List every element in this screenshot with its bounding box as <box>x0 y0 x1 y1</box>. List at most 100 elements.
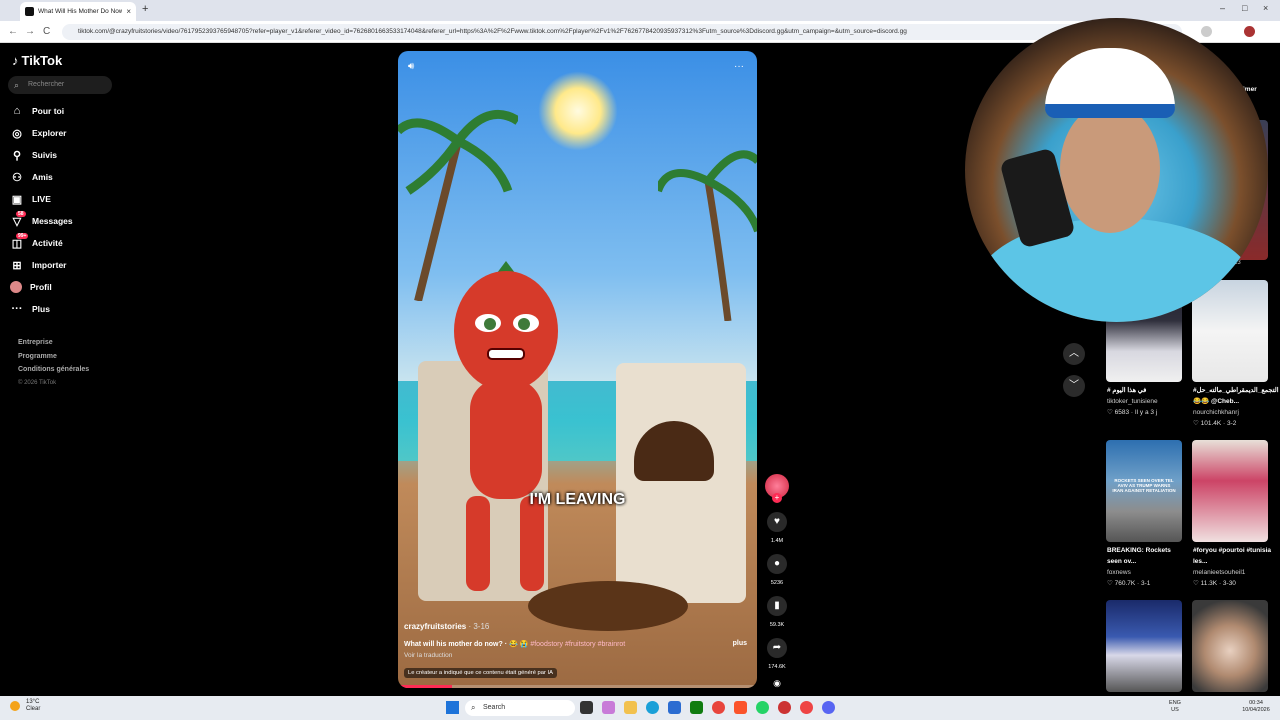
sidebar-item-profil[interactable]: Profil <box>10 276 73 298</box>
sidebar-item-importer[interactable]: ⊞ Importer <box>10 254 73 276</box>
more-icon: ··· <box>11 303 23 315</box>
description-hashtags[interactable]: #foodstory #fruitstory #brainrot <box>528 641 625 648</box>
discord-icon[interactable] <box>822 701 835 714</box>
url-input[interactable]: tiktok.com/@crazyfruitstories/video/7617… <box>62 24 1182 40</box>
profile-avatar-icon[interactable] <box>1244 26 1255 37</box>
next-video-button[interactable]: ﹀ <box>1063 375 1085 397</box>
footer-link-programme[interactable]: Programme <box>18 350 89 364</box>
thumbnail-4-caption[interactable]: #foryou #pourtoi #tunisia les... melanie… <box>1193 545 1271 589</box>
save-count: 59.3K <box>769 622 785 628</box>
like-count: 1.4M <box>770 538 784 544</box>
thumbnail-5[interactable] <box>1106 600 1182 692</box>
search-input[interactable]: ⌕ Rechercher <box>8 76 112 94</box>
webcam-overlay <box>965 18 1268 322</box>
windows-start-icon[interactable] <box>446 701 459 714</box>
description-more-link[interactable]: plus <box>733 640 747 647</box>
thumbnail-title: في هذا اليوم # <box>1107 387 1147 394</box>
video-author[interactable]: crazyfruitstories · 3-16 <box>404 622 489 631</box>
author-name[interactable]: crazyfruitstories <box>404 622 466 631</box>
weather-temp: 13°C <box>26 699 40 705</box>
follow-plus-icon[interactable]: + <box>772 493 782 503</box>
profile-icon <box>10 281 22 293</box>
sidebar-item-pour-toi[interactable]: ⌂ Pour toi <box>10 100 73 122</box>
weather-widget[interactable]: 13°C Clear <box>10 699 40 713</box>
thumbnail-2-caption[interactable]: #التجمع_الديمقراطي_مالته_حل 😂😂 @Cheb... … <box>1193 385 1279 429</box>
reload-button[interactable]: C <box>43 26 50 37</box>
xbox-icon[interactable] <box>690 701 703 714</box>
thumbnail-user: melanieetsouheil1 <box>1193 569 1246 576</box>
previous-video-button[interactable]: ︿ <box>1063 343 1085 365</box>
tab-close-icon[interactable]: × <box>126 7 131 16</box>
like-action[interactable]: ♥ 1.4M <box>764 512 790 544</box>
whatsapp-icon[interactable] <box>756 701 769 714</box>
tab-title: What Will His Mother Do Now? <box>38 8 123 15</box>
video-description: What will his mother do now? · 😂 😭 #food… <box>404 640 724 648</box>
edge-icon[interactable] <box>646 701 659 714</box>
window-close-button[interactable]: × <box>1263 3 1268 13</box>
sidebar-item-messages[interactable]: ▽ 58 Messages <box>10 210 73 232</box>
footer-link-conditions[interactable]: Conditions générales <box>18 363 89 377</box>
thumbnail-4[interactable] <box>1192 440 1268 542</box>
maximize-button[interactable]: □ <box>1242 3 1247 13</box>
lounge-chair-right <box>616 363 746 603</box>
sidebar-item-suivis[interactable]: ⚲ Suivis <box>10 144 73 166</box>
ai-generated-label: Le créateur a indiqué que ce contenu éta… <box>404 668 558 678</box>
strawberry-character <box>454 261 558 591</box>
forward-button[interactable]: → <box>25 26 35 37</box>
back-button[interactable]: ← <box>8 26 18 37</box>
friends-icon: ⚇ <box>12 171 22 184</box>
copilot-icon[interactable] <box>602 701 615 714</box>
sidebar-item-live[interactable]: ▣ LIVE <box>10 188 73 210</box>
chrome-profile-icon[interactable] <box>800 701 813 714</box>
task-view-icon[interactable] <box>580 701 593 714</box>
chevron-down-icon: ﹀ <box>1069 380 1079 391</box>
sidebar-item-explorer[interactable]: ◎ Explorer <box>10 122 73 144</box>
extensions-icon[interactable] <box>1201 26 1212 37</box>
heart-icon[interactable]: ♥ <box>767 512 787 532</box>
language-indicator[interactable]: ENG US <box>1160 700 1190 714</box>
thumbnail-3[interactable]: ROCKETS SEEN OVER TEL AVIV AS TRUMP WARN… <box>1106 440 1182 542</box>
messages-badge: 58 <box>16 211 26 217</box>
translate-link[interactable]: Voir la traduction <box>404 652 452 659</box>
taskbar-search-label: Search <box>483 704 506 711</box>
video-player[interactable]: I'M LEAVING 🔊︎ ··· crazyfruitstories · 3… <box>398 51 757 688</box>
thumbnail-1-caption[interactable]: في هذا اليوم # tiktoker_tunisiene ♡ 6583… <box>1107 385 1185 418</box>
thumbnail-3-caption[interactable]: BREAKING: Rockets seen ov... foxnews ♡ 7… <box>1107 545 1185 589</box>
footer-link-entreprise[interactable]: Entreprise <box>18 336 89 350</box>
video-progress-bar[interactable] <box>398 685 757 688</box>
chrome-icon[interactable] <box>712 701 725 714</box>
minimize-button[interactable]: – <box>1220 3 1225 13</box>
app-icon[interactable] <box>778 701 791 714</box>
comment-icon[interactable]: ● <box>767 554 787 574</box>
thumbnail-6[interactable] <box>1192 600 1268 692</box>
new-tab-button[interactable]: + <box>142 3 148 15</box>
share-icon[interactable]: ➦ <box>767 638 787 658</box>
activity-badge: 99+ <box>16 233 29 239</box>
volume-icon[interactable]: 🔊︎ <box>408 61 414 72</box>
store-icon[interactable] <box>668 701 681 714</box>
file-explorer-icon[interactable] <box>624 701 637 714</box>
sidebar-item-label: Importer <box>32 260 67 270</box>
share-action[interactable]: ➦ 174.6K <box>764 638 790 670</box>
sidebar-item-activite[interactable]: ◫ 99+ Activité <box>10 232 73 254</box>
creator-avatar[interactable]: + <box>765 474 789 503</box>
taskbar-search[interactable]: ⌕ Search <box>465 700 575 716</box>
sidebar-item-label: Explorer <box>32 128 67 138</box>
browser-tabbar: What Will His Mother Do Now? × + – □ × <box>0 0 1280 21</box>
brave-icon[interactable] <box>734 701 747 714</box>
browser-tab[interactable]: What Will His Mother Do Now? × <box>20 2 136 21</box>
clock[interactable]: 00:34 10/04/2026 <box>1236 700 1276 714</box>
search-icon: ⌕ <box>14 80 20 90</box>
sidebar-item-plus[interactable]: ··· Plus <box>10 298 73 320</box>
tiktok-logo[interactable]: ♪ TikTok <box>12 53 62 68</box>
home-icon: ⌂ <box>13 105 21 117</box>
save-action[interactable]: ▮ 59.3K <box>764 596 790 628</box>
sound-disc-icon[interactable]: ◉ <box>764 678 790 689</box>
thumbnail-image <box>1106 600 1182 692</box>
weather-icon <box>10 701 20 711</box>
sidebar-item-amis[interactable]: ⚇ Amis <box>10 166 73 188</box>
bookmark-icon[interactable]: ▮ <box>767 596 787 616</box>
comment-action[interactable]: ● 5236 <box>764 554 790 586</box>
thumbnail-title: BREAKING: Rockets seen ov... <box>1107 547 1171 565</box>
video-more-icon[interactable]: ··· <box>734 61 744 72</box>
